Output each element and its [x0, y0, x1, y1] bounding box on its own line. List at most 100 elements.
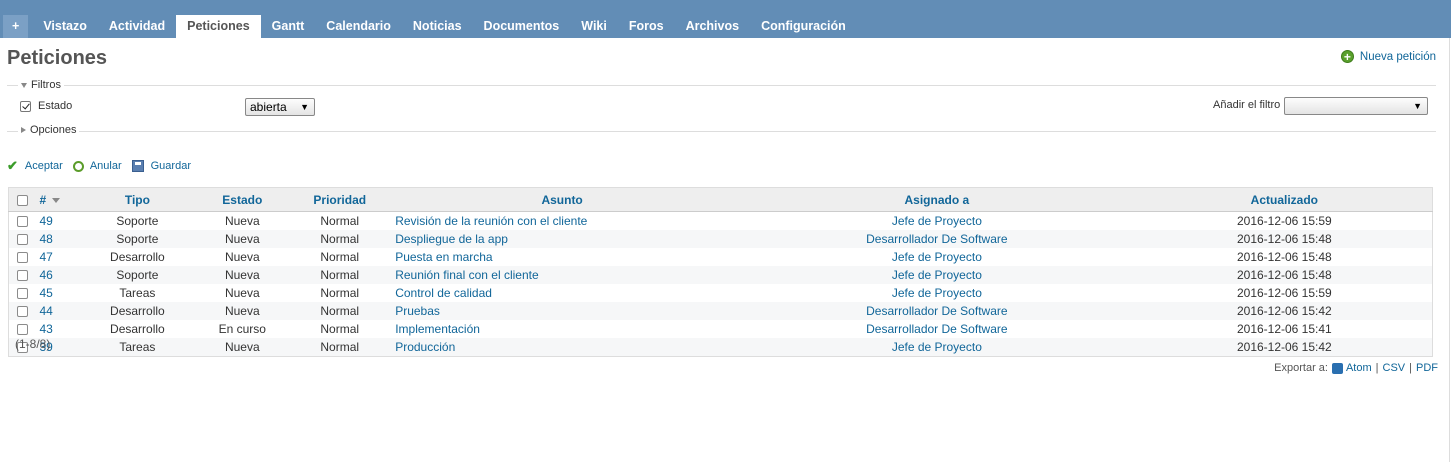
row-checkbox[interactable] [17, 234, 29, 246]
dropdown-caret-icon: ▼ [300, 102, 309, 112]
new-issue-label: Nueva petición [1359, 50, 1436, 63]
row-checkbox[interactable] [17, 306, 29, 318]
export-atom-link[interactable]: Atom [1346, 362, 1372, 374]
tab-news[interactable]: Noticias [402, 15, 473, 38]
options-legend[interactable]: Opciones [18, 124, 80, 136]
tab-settings[interactable]: Configuración [750, 15, 857, 38]
issue-subject-link[interactable]: Revisión de la reunión con el cliente [395, 214, 587, 228]
tab-wiki[interactable]: Wiki [570, 15, 618, 38]
tab-new[interactable]: + [3, 15, 29, 38]
column-header-asignado[interactable]: Asignado a [737, 187, 1137, 212]
column-header-asunto[interactable]: Asunto [387, 187, 738, 212]
filters-legend-label: Filtros [31, 79, 61, 91]
issue-estado: Nueva [192, 302, 293, 320]
issue-id-link-cell: 46 [36, 266, 83, 284]
issue-assignee-link[interactable]: Jefe de Proyecto [892, 250, 982, 264]
tab-gantt[interactable]: Gantt [261, 15, 316, 38]
issue-prioridad: Normal [292, 266, 388, 284]
issue-subject-link[interactable]: Producción [395, 340, 455, 354]
estado-operator-select[interactable]: abierta ▼ [245, 98, 315, 116]
issue-id-link-cell: 48 [36, 230, 83, 248]
tab-overview[interactable]: Vistazo [32, 15, 98, 38]
issue-subject-link[interactable]: Pruebas [395, 304, 440, 318]
issue-id-link[interactable]: 46 [39, 268, 52, 282]
export-csv-link[interactable]: CSV [1383, 362, 1406, 374]
issue-tipo: Desarrollo [82, 320, 193, 338]
issue-id-link[interactable]: 45 [39, 286, 52, 300]
column-header-prioridad[interactable]: Prioridad [292, 187, 388, 212]
add-filter-select[interactable]: ▼ [1284, 97, 1428, 115]
save-button[interactable]: Guardar [131, 160, 191, 172]
table-row[interactable]: 43 Desarrollo En curso Normal Implementación… [8, 320, 1433, 338]
table-row[interactable]: 39 Tareas Nueva Normal Producción Jefe de Pro… [8, 338, 1433, 357]
issue-id-link[interactable]: 49 [39, 214, 52, 228]
issue-id-link-cell: 45 [36, 284, 83, 302]
issue-id-link[interactable]: 44 [39, 304, 52, 318]
issue-prioridad: Normal [292, 230, 388, 248]
estado-filter-checkbox[interactable] [20, 101, 31, 112]
tab-activity[interactable]: Actividad [98, 15, 176, 38]
row-checkbox[interactable] [17, 270, 29, 282]
issue-subject-link[interactable]: Despliegue de la app [395, 232, 508, 246]
issue-subject-link-cell: Puesta en marcha [387, 248, 738, 266]
issue-subject-link-cell: Implementación [387, 320, 738, 338]
issue-prioridad: Normal [292, 211, 388, 230]
save-label: Guardar [150, 160, 191, 172]
issue-assignee-link-cell: Jefe de Proyecto [737, 248, 1137, 266]
issue-assignee-link[interactable]: Jefe de Proyecto [892, 268, 982, 282]
table-row[interactable]: 48 Soporte Nueva Normal Despliegue de la app… [8, 230, 1433, 248]
issue-tipo: Soporte [82, 230, 193, 248]
issue-id-link-cell: 47 [36, 248, 83, 266]
row-checkbox[interactable] [17, 216, 29, 228]
filters-legend[interactable]: Filtros [18, 79, 64, 91]
tab-calendar[interactable]: Calendario [315, 15, 402, 38]
issue-subject-link[interactable]: Control de calidad [395, 286, 492, 300]
issue-assignee-link[interactable]: Jefe de Proyecto [892, 286, 982, 300]
column-header-actualizado[interactable]: Actualizado [1136, 187, 1433, 212]
issue-id-link[interactable]: 48 [39, 232, 52, 246]
issue-updated: 2016-12-06 15:59 [1136, 211, 1433, 230]
issue-subject-link[interactable]: Puesta en marcha [395, 250, 492, 264]
issue-assignee-link-cell: Jefe de Proyecto [737, 266, 1137, 284]
issue-assignee-link[interactable]: Desarrollador De Software [866, 232, 1007, 246]
row-checkbox-cell [8, 248, 37, 266]
issue-prioridad: Normal [292, 338, 388, 357]
issue-assignee-link[interactable]: Desarrollador De Software [866, 322, 1007, 336]
clear-button[interactable]: Anular [72, 160, 122, 172]
table-row[interactable]: 46 Soporte Nueva Normal Reunión final con el… [8, 266, 1433, 284]
issue-estado: Nueva [192, 338, 293, 357]
issue-assignee-link[interactable]: Desarrollador De Software [866, 304, 1007, 318]
issue-updated: 2016-12-06 15:41 [1136, 320, 1433, 338]
issue-updated: 2016-12-06 15:42 [1136, 302, 1433, 320]
issue-assignee-link[interactable]: Jefe de Proyecto [892, 340, 982, 354]
tab-documents[interactable]: Documentos [473, 15, 571, 38]
issue-assignee-link[interactable]: Jefe de Proyecto [892, 214, 982, 228]
row-checkbox[interactable] [17, 288, 29, 300]
filters-divider [7, 85, 1436, 86]
row-checkbox[interactable] [17, 252, 29, 264]
issue-updated: 2016-12-06 15:42 [1136, 338, 1433, 357]
issue-assignee-link-cell: Desarrollador De Software [737, 302, 1137, 320]
issue-id-link[interactable]: 47 [39, 250, 52, 264]
issue-subject-link[interactable]: Reunión final con el cliente [395, 268, 538, 282]
table-row[interactable]: 49 Soporte Nueva Normal Revisión de la reuni… [8, 211, 1433, 230]
issue-tipo: Desarrollo [82, 302, 193, 320]
apply-button[interactable]: ✔ Aceptar [7, 158, 63, 174]
table-row[interactable]: 47 Desarrollo Nueva Normal Puesta en marcha J… [8, 248, 1433, 266]
new-issue-link[interactable]: + Nueva petición [1340, 50, 1436, 63]
row-checkbox[interactable] [17, 324, 29, 336]
export-pdf-link[interactable]: PDF [1416, 362, 1438, 374]
issue-subject-link[interactable]: Implementación [395, 322, 480, 336]
issue-id-link-cell: 44 [36, 302, 83, 320]
table-row[interactable]: 45 Tareas Nueva Normal Control de calidad Jef… [8, 284, 1433, 302]
tab-files[interactable]: Archivos [675, 15, 751, 38]
column-header-id[interactable]: # [36, 187, 83, 212]
column-header-estado[interactable]: Estado [192, 187, 293, 212]
options-legend-label: Opciones [30, 124, 77, 136]
select-all-checkbox[interactable] [17, 194, 29, 206]
tab-forums[interactable]: Foros [618, 15, 675, 38]
tab-issues[interactable]: Peticiones [176, 15, 261, 38]
issue-id-link[interactable]: 43 [39, 322, 52, 336]
table-row[interactable]: 44 Desarrollo Nueva Normal Pruebas Desarrolla… [8, 302, 1433, 320]
column-header-tipo[interactable]: Tipo [82, 187, 193, 212]
